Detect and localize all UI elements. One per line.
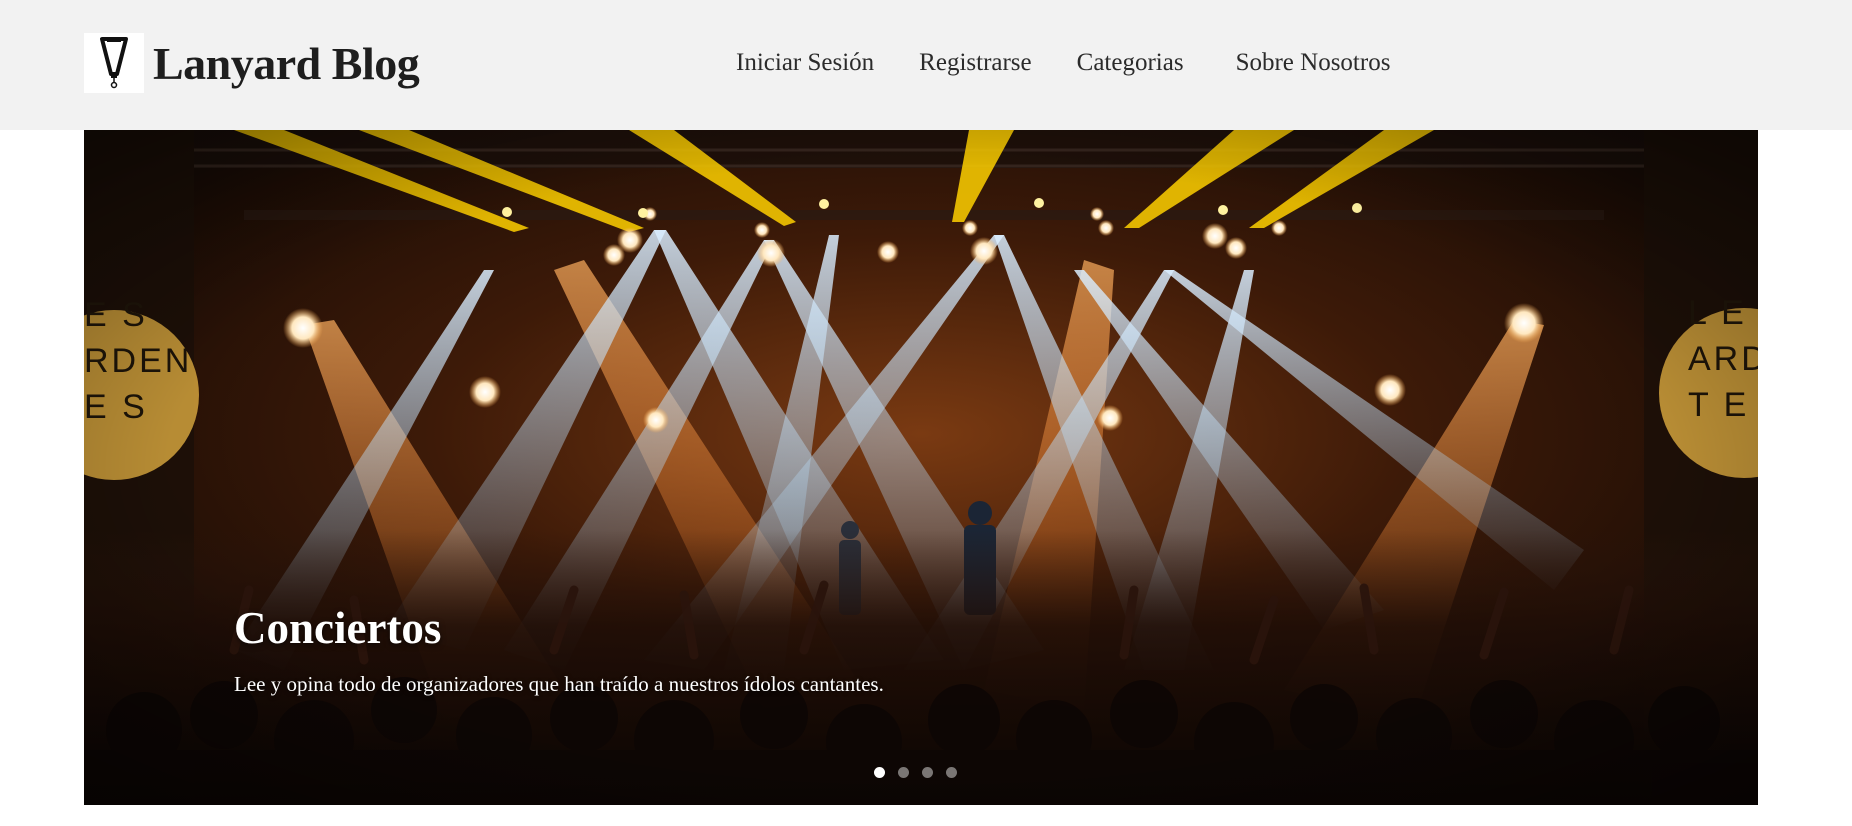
carousel-indicator-4[interactable] (946, 767, 957, 778)
banner-right-line: L E (1688, 294, 1747, 332)
banner-right-text: L E ARD T E (1688, 290, 1758, 428)
nav-login-link[interactable]: Iniciar Sesión (736, 49, 874, 77)
carousel-indicator-3[interactable] (922, 767, 933, 778)
concert-stage-photo (84, 130, 1758, 805)
nav-register-link[interactable]: Registrarse (919, 49, 1031, 77)
brand[interactable]: Lanyard Blog (84, 33, 420, 93)
main-nav: Iniciar Sesión Registrarse Categorias So… (736, 46, 1390, 80)
slide-caption: Conciertos Lee y opina todo de organizad… (234, 602, 1334, 697)
nav-about-link[interactable]: Sobre Nosotros (1236, 49, 1391, 77)
banner-right-line: ARD (1688, 340, 1758, 378)
banner-left-line: E S (84, 388, 148, 426)
carousel-indicator-1[interactable] (874, 767, 885, 778)
nav-categories-link[interactable]: Categorias (1077, 49, 1184, 77)
site-header: Lanyard Blog Iniciar Sesión Registrarse … (0, 0, 1852, 130)
banner-left-text: E S RDEN E S (84, 292, 193, 430)
slide-description: Lee y opina todo de organizadores que ha… (234, 672, 884, 696)
banner-left-line: E S (84, 296, 148, 334)
slide-title: Conciertos (234, 603, 442, 653)
banner-right-line: T E (1688, 386, 1750, 424)
lanyard-icon[interactable] (84, 33, 144, 93)
carousel-indicators (874, 767, 957, 778)
hero-carousel[interactable]: E S RDEN E S L E ARD T E Conciertos Lee … (84, 130, 1758, 805)
banner-left-line: RDEN (84, 342, 193, 380)
carousel-indicator-2[interactable] (898, 767, 909, 778)
brand-title[interactable]: Lanyard Blog (153, 37, 420, 90)
